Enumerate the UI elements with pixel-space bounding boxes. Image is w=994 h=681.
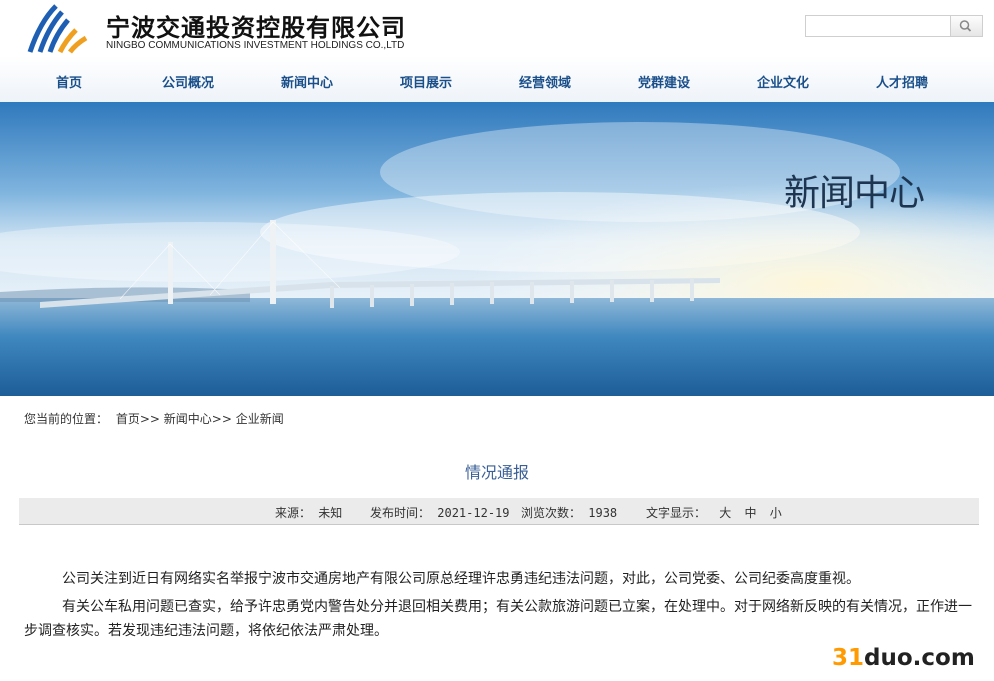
search-button[interactable]	[951, 15, 983, 37]
search-input[interactable]	[805, 15, 951, 37]
article-paragraph: 有关公车私用问题已查实，给予许忠勇党内警告处分并退回相关费用；有关公款旅游问题已…	[24, 599, 972, 639]
article-meta-bar: 来源： 未知 发布时间： 2021-12-19 浏览次数： 1938 文字显示：…	[19, 498, 979, 525]
meta-source-label: 来源：	[275, 506, 312, 520]
bridge-sea-image	[0, 102, 994, 396]
meta-views: 浏览次数： 1938	[521, 504, 617, 521]
meta-source: 来源： 未知	[275, 504, 342, 521]
meta-views-value: 1938	[588, 506, 618, 520]
breadcrumb: 您当前的位置： 首页>> 新闻中心>> 企业新闻	[24, 410, 284, 427]
nav-item-culture[interactable]: 企业文化	[728, 72, 838, 91]
nav-item-careers[interactable]: 人才招聘	[847, 72, 957, 91]
news-banner: 新闻中心	[0, 102, 994, 396]
nav-item-party[interactable]: 党群建设	[609, 72, 719, 91]
article-title: 情况通报	[464, 463, 529, 482]
company-logo-icon	[27, 4, 88, 54]
meta-date-value: 2021-12-19	[437, 506, 510, 520]
breadcrumb-corporate-news[interactable]: 企业新闻	[236, 412, 284, 426]
meta-source-value: 未知	[318, 506, 343, 520]
site-header: 宁波交通投资控股有限公司 NINGBO COMMUNICATIONS INVES…	[0, 0, 994, 102]
font-size-medium[interactable]: 中	[745, 506, 757, 520]
nav-item-business[interactable]: 经营领域	[490, 72, 600, 91]
breadcrumb-home[interactable]: 首页>>	[116, 412, 160, 426]
main-nav: 首页 公司概况 新闻中心 项目展示 经营领域 党群建设 企业文化 人才招聘	[0, 72, 994, 94]
meta-date: 发布时间： 2021-12-19	[370, 504, 510, 521]
nav-item-projects[interactable]: 项目展示	[371, 72, 481, 91]
article-paragraph: 公司关注到近日有网络实名举报宁波市交通房地产有限公司原总经理许忠勇违纪违法问题，…	[62, 571, 860, 587]
watermark-accent: 31	[832, 645, 865, 671]
search-icon	[959, 20, 972, 32]
nav-item-home[interactable]: 首页	[14, 72, 124, 91]
font-size-small[interactable]: 小	[770, 506, 782, 520]
font-size-large[interactable]: 大	[719, 506, 731, 520]
meta-font-size: 文字显示： 大 中 小	[646, 504, 782, 521]
banner-title: 新闻中心	[784, 173, 925, 214]
brand-name-en: NINGBO COMMUNICATIONS INVESTMENT HOLDING…	[106, 40, 405, 51]
meta-size-label: 文字显示：	[646, 506, 707, 520]
brand-name-cn: 宁波交通投资控股有限公司	[106, 14, 406, 42]
site-watermark: 31duo.com	[832, 645, 975, 671]
meta-views-label: 浏览次数：	[521, 506, 582, 520]
meta-date-label: 发布时间：	[370, 506, 431, 520]
nav-item-news[interactable]: 新闻中心	[252, 72, 362, 91]
watermark-rest: duo.com	[864, 645, 975, 671]
breadcrumb-news[interactable]: 新闻中心>>	[164, 412, 232, 426]
nav-item-about[interactable]: 公司概况	[133, 72, 243, 91]
breadcrumb-prefix: 您当前的位置：	[24, 412, 109, 426]
